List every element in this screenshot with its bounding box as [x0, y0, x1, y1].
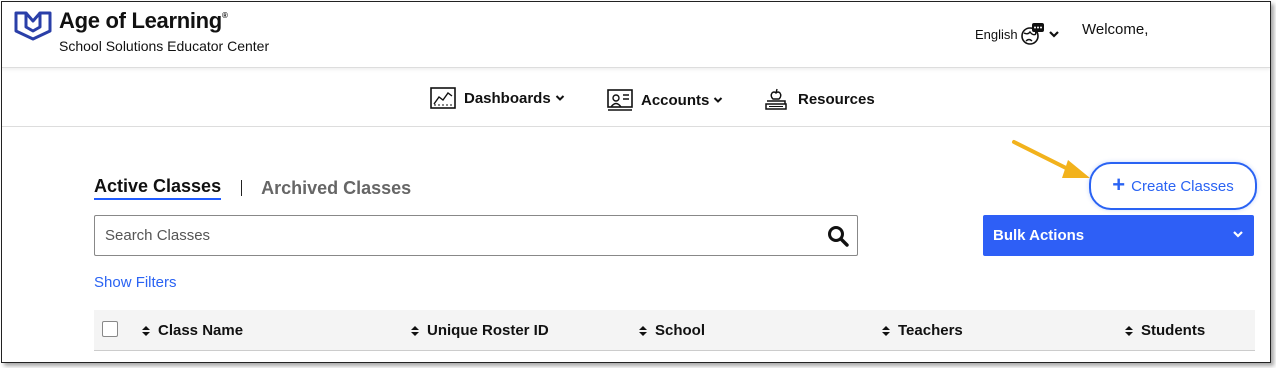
create-classes-label: Create Classes: [1131, 177, 1234, 195]
dashboard-chart-icon: [430, 87, 456, 109]
globe-chat-icon: [1020, 23, 1044, 45]
show-filters-link[interactable]: Show Filters: [94, 274, 177, 291]
brand-name[interactable]: Age of Learning®: [59, 8, 228, 34]
classes-table-header: Class Name Unique Roster ID School Teach…: [94, 310, 1255, 351]
app-window: Age of Learning® School Solutions Educat…: [1, 1, 1271, 363]
class-tabs: Active Classes Archived Classes: [94, 176, 411, 200]
sort-icon: [882, 325, 890, 336]
search-icon[interactable]: [827, 225, 849, 247]
registered-mark: ®: [221, 11, 228, 20]
nav-dashboards[interactable]: Dashboards: [430, 87, 565, 109]
sort-icon: [639, 325, 647, 336]
nav-accounts[interactable]: Accounts: [607, 89, 723, 111]
accounts-board-icon: [607, 89, 633, 111]
books-apple-icon: [765, 88, 787, 110]
age-of-learning-logo-icon: [14, 11, 52, 41]
chevron-down-icon: [1048, 31, 1059, 38]
plus-icon: +: [1112, 172, 1126, 197]
search-box: [94, 215, 858, 256]
nav-resources-label: Resources: [798, 90, 875, 108]
nav-resources[interactable]: Resources: [764, 87, 875, 111]
tab-divider: [241, 180, 243, 196]
sort-icon: [1125, 325, 1133, 336]
brand-subtitle: School Solutions Educator Center: [59, 38, 270, 54]
main-nav: Dashboards Accounts Resources: [2, 69, 1270, 127]
language-selector[interactable]: English: [975, 22, 1060, 46]
tab-active-classes[interactable]: Active Classes: [94, 176, 222, 200]
column-header-unique-roster-id[interactable]: Unique Roster ID: [411, 322, 549, 339]
top-header: Age of Learning® School Solutions Educat…: [2, 2, 1270, 68]
column-label: Unique Roster ID: [427, 322, 549, 339]
tab-archived-classes[interactable]: Archived Classes: [261, 178, 411, 199]
bulk-actions-label: Bulk Actions: [993, 227, 1085, 244]
column-label: Students: [1141, 322, 1206, 339]
brand-text: Age of Learning: [59, 8, 222, 33]
sort-icon: [142, 325, 150, 336]
chevron-down-icon: [714, 97, 723, 103]
chevron-down-icon: [1233, 231, 1243, 238]
nav-dashboards-label: Dashboards: [464, 89, 551, 107]
column-label: School: [655, 322, 706, 339]
column-header-students[interactable]: Students: [1125, 322, 1205, 339]
chevron-down-icon: [555, 95, 564, 101]
welcome-text: Welcome,: [1082, 21, 1149, 38]
column-label: Teachers: [898, 322, 963, 339]
select-all-checkbox[interactable]: [102, 321, 118, 337]
language-label: English: [975, 26, 1018, 42]
column-header-teachers[interactable]: Teachers: [882, 322, 963, 339]
search-input[interactable]: [105, 216, 805, 255]
nav-accounts-label: Accounts: [641, 91, 710, 109]
column-label: Class Name: [158, 322, 244, 339]
bulk-actions-dropdown[interactable]: Bulk Actions: [983, 215, 1254, 256]
column-header-school[interactable]: School: [639, 322, 705, 339]
create-classes-button[interactable]: + Create Classes: [1089, 162, 1257, 210]
column-header-class-name[interactable]: Class Name: [142, 322, 243, 339]
annotation-arrow-icon: [1012, 140, 1090, 178]
sort-icon: [411, 325, 419, 336]
